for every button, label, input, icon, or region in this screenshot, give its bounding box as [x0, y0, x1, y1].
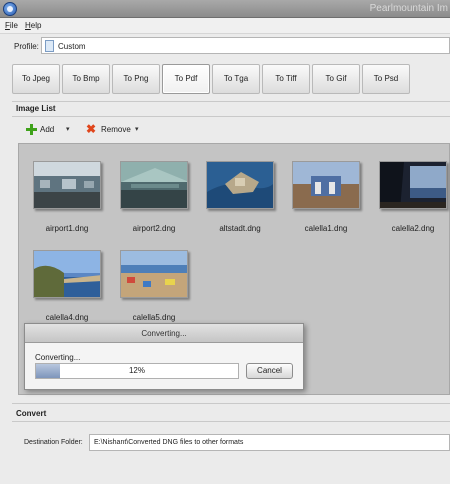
- profile-value: Custom: [58, 42, 86, 51]
- destination-folder-input[interactable]: E:\Nishant\Converted DNG files to other …: [89, 434, 450, 451]
- document-icon: [45, 40, 54, 52]
- to-gif-button[interactable]: To Gif: [312, 64, 360, 94]
- section-divider: [12, 421, 450, 422]
- to-jpeg-button[interactable]: To Jpeg: [12, 64, 60, 94]
- to-tiff-button[interactable]: To Tiff: [262, 64, 310, 94]
- add-button[interactable]: Add ▾: [26, 122, 76, 138]
- menu-help[interactable]: Help: [25, 21, 41, 30]
- thumbnail-altstadt[interactable]: [206, 161, 274, 209]
- app-icon: [3, 2, 17, 16]
- thumbnail-calella2[interactable]: [379, 161, 447, 209]
- title-bar: Pearlmountain Im: [0, 0, 450, 18]
- thumbnail-label: calella2.dng: [391, 224, 435, 233]
- to-bmp-button[interactable]: To Bmp: [62, 64, 110, 94]
- thumbnail-airport2[interactable]: [120, 161, 188, 209]
- remove-label: Remove: [101, 125, 131, 134]
- dialog-title: Converting...: [25, 324, 303, 343]
- to-png-button[interactable]: To Png: [112, 64, 160, 94]
- thumbnail-calella5[interactable]: [120, 250, 188, 298]
- converting-dialog: Converting... Converting... 12% Cancel: [24, 323, 304, 390]
- window-title: Pearlmountain Im: [369, 3, 448, 14]
- add-label: Add: [40, 125, 55, 134]
- thumbnail-label: altstadt.dng: [219, 224, 261, 233]
- thumbnail-label: calella5.dng: [132, 313, 176, 322]
- section-divider: [12, 101, 450, 102]
- chevron-down-icon[interactable]: ▾: [66, 125, 70, 133]
- to-tga-button[interactable]: To Tga: [212, 64, 260, 94]
- thumbnail-calella1[interactable]: [292, 161, 360, 209]
- menu-file[interactable]: File: [5, 21, 18, 30]
- remove-button[interactable]: ✖ Remove ▾: [86, 122, 146, 138]
- cancel-button[interactable]: Cancel: [246, 363, 293, 379]
- profile-label: Profile:: [14, 42, 39, 51]
- progress-bar: 12%: [35, 363, 239, 379]
- thumbnail-label: airport2.dng: [132, 224, 176, 233]
- remove-x-icon: ✖: [86, 122, 97, 136]
- add-plus-icon: [26, 124, 37, 135]
- dialog-message: Converting...: [35, 353, 81, 362]
- to-pdf-button[interactable]: To Pdf: [162, 64, 210, 94]
- thumbnail-airport1[interactable]: [33, 161, 101, 209]
- convert-title: Convert: [16, 409, 47, 418]
- thumbnail-label: airport1.dng: [45, 224, 89, 233]
- destination-value: E:\Nishant\Converted DNG files to other …: [94, 439, 244, 446]
- section-divider: [12, 116, 450, 117]
- chevron-down-icon[interactable]: ▾: [135, 125, 139, 133]
- destination-label: Destination Folder:: [24, 439, 83, 446]
- thumbnail-label: calella1.dng: [304, 224, 348, 233]
- image-list-title: Image List: [16, 104, 56, 113]
- to-psd-button[interactable]: To Psd: [362, 64, 410, 94]
- profile-select[interactable]: Custom: [41, 37, 450, 54]
- thumbnail-label: calella4.dng: [45, 313, 89, 322]
- progress-text: 12%: [128, 366, 145, 375]
- thumbnail-calella4[interactable]: [33, 250, 101, 298]
- menu-bar: File Help: [0, 18, 450, 34]
- section-divider: [12, 403, 450, 404]
